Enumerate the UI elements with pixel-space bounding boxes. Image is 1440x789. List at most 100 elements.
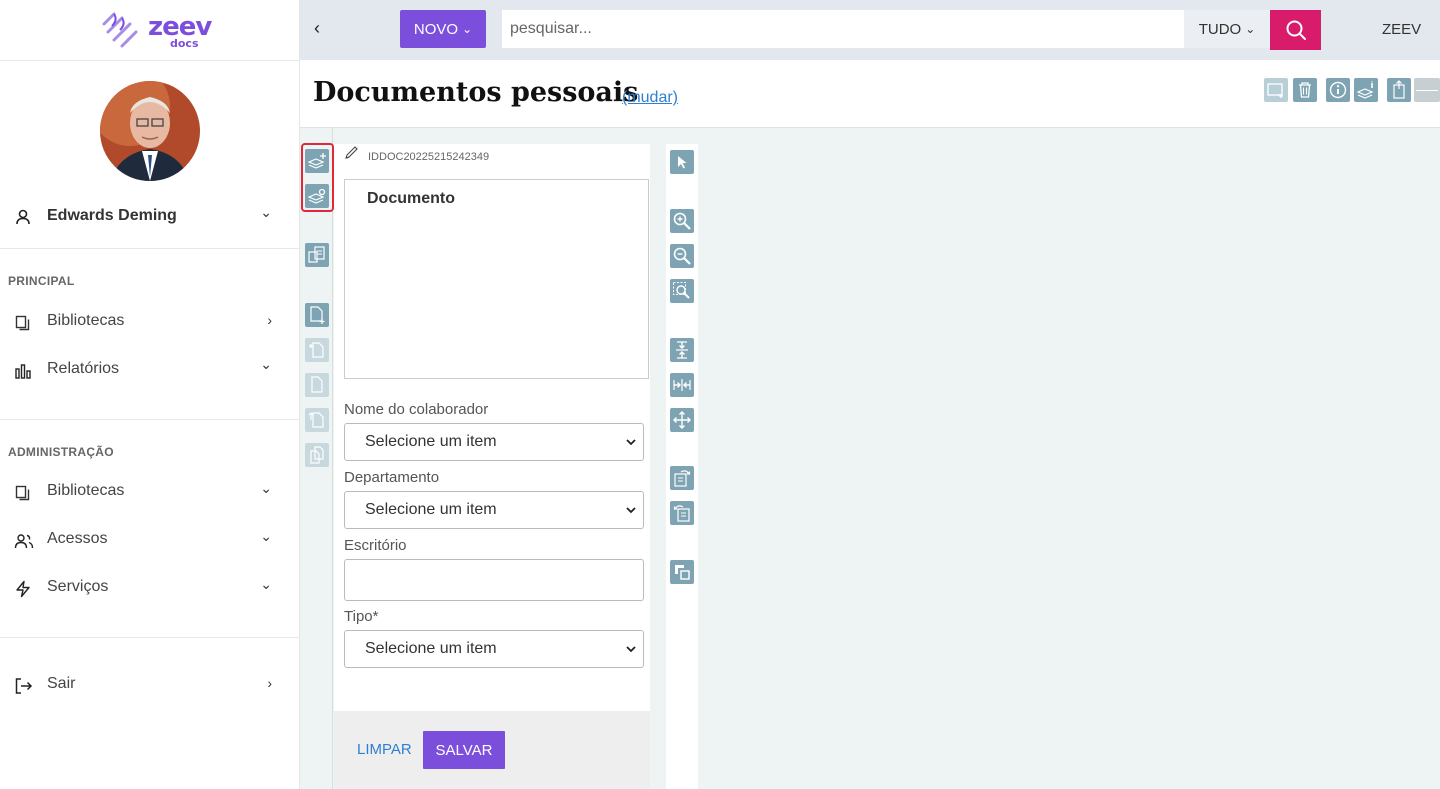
department-select[interactable]: Selecione um item bbox=[344, 491, 644, 529]
document-preview-box[interactable]: Documento bbox=[344, 179, 649, 379]
layers-info-icon[interactable] bbox=[1354, 78, 1378, 102]
document-viewer[interactable] bbox=[698, 128, 1440, 789]
info-icon[interactable] bbox=[1326, 78, 1350, 102]
user-photo-icon bbox=[100, 81, 200, 181]
pan-move-icon[interactable] bbox=[670, 408, 694, 432]
zoom-in-icon[interactable] bbox=[670, 209, 694, 233]
logo-mark-icon bbox=[102, 12, 138, 48]
fit-height-icon[interactable] bbox=[670, 338, 694, 362]
collapse-sidebar-button[interactable]: ‹ bbox=[314, 18, 320, 39]
sidebar-item-label: Acessos bbox=[47, 530, 108, 547]
user-icon bbox=[16, 209, 30, 225]
select-value: Selecione um item bbox=[365, 501, 497, 518]
sidebar: zeev docs Edwards Deming ⌄ PRINCIPAL Bib… bbox=[0, 0, 300, 789]
fullscreen-icon[interactable] bbox=[670, 560, 694, 584]
search-icon bbox=[1286, 20, 1306, 40]
field-label: Nome do colaborador bbox=[344, 401, 489, 418]
document-box-title: Documento bbox=[367, 190, 455, 207]
add-page-icon[interactable] bbox=[305, 303, 329, 327]
document-id: IDDOC20225215242349 bbox=[368, 151, 490, 163]
users-icon bbox=[14, 534, 34, 549]
chevron-down-icon: ⌄ bbox=[260, 480, 272, 496]
type-select[interactable]: Selecione um item bbox=[344, 630, 644, 668]
page-title: Documentos pessoais bbox=[313, 77, 639, 108]
field-label: Escritório bbox=[344, 537, 407, 554]
top-bar: ‹ NOVO ⌄ TUDO ⌄ ZEEV bbox=[300, 0, 1440, 60]
move-page-up-icon[interactable] bbox=[305, 408, 329, 432]
search-scope-select[interactable]: TUDO ⌄ bbox=[1184, 10, 1270, 48]
chevron-down-icon: ⌄ bbox=[260, 204, 272, 220]
bar-chart-icon bbox=[15, 364, 31, 379]
new-folder-icon[interactable] bbox=[1264, 78, 1288, 102]
chevron-right-icon: › bbox=[267, 312, 272, 328]
chevron-down-icon: ⌄ bbox=[260, 576, 272, 592]
library-icon bbox=[15, 315, 30, 331]
page-header: Documentos pessoais (mudar) bbox=[300, 60, 1440, 128]
sidebar-item-servicos[interactable]: Serviços ⌄ bbox=[0, 572, 300, 604]
chevron-down-icon: ⌄ bbox=[260, 528, 272, 544]
chevron-down-icon bbox=[626, 439, 636, 446]
select-value: Selecione um item bbox=[365, 640, 497, 657]
search-input[interactable] bbox=[502, 10, 1184, 48]
collaborator-select[interactable]: Selecione um item bbox=[344, 423, 644, 461]
form-actions: LIMPAR SALVAR bbox=[334, 711, 650, 789]
avatar[interactable] bbox=[100, 81, 200, 181]
sidebar-item-label: Bibliotecas bbox=[47, 312, 125, 329]
office-input[interactable] bbox=[344, 559, 644, 601]
sidebar-item-relatorios[interactable]: Relatórios ⌄ bbox=[0, 354, 300, 386]
content-area: IDDOC20225215242349 Documento Nome do co… bbox=[300, 128, 1440, 789]
divider bbox=[0, 419, 300, 420]
field-label: Departamento bbox=[344, 469, 440, 486]
bolt-icon bbox=[16, 580, 30, 598]
user-menu[interactable]: Edwards Deming ⌄ bbox=[0, 200, 300, 234]
replace-page-icon[interactable] bbox=[305, 373, 329, 397]
chevron-down-icon bbox=[626, 646, 636, 653]
logo-subtitle: docs bbox=[170, 37, 199, 50]
save-button[interactable]: SALVAR bbox=[423, 731, 505, 769]
select-value: Selecione um item bbox=[365, 433, 497, 450]
clear-button[interactable]: LIMPAR bbox=[357, 741, 412, 758]
search-button[interactable] bbox=[1270, 10, 1321, 50]
field-label: Tipo* bbox=[344, 608, 379, 625]
document-toolbar bbox=[300, 128, 334, 789]
zeev-docs-logo[interactable]: zeev docs bbox=[100, 10, 212, 50]
insert-page-before-icon[interactable] bbox=[305, 338, 329, 362]
sidebar-item-label: Serviços bbox=[47, 578, 109, 595]
fit-width-icon[interactable] bbox=[670, 373, 694, 397]
rotate-left-icon[interactable] bbox=[670, 501, 694, 525]
change-library-link[interactable]: (mudar) bbox=[622, 89, 678, 107]
sidebar-item-label: Sair bbox=[47, 675, 76, 692]
rotate-right-icon[interactable] bbox=[670, 466, 694, 490]
edit-pencil-icon[interactable] bbox=[344, 146, 360, 160]
chevron-down-icon: ⌄ bbox=[462, 22, 473, 36]
zoom-area-icon[interactable] bbox=[670, 279, 694, 303]
sidebar-item-label: Relatórios bbox=[47, 360, 120, 377]
copy-page-icon[interactable] bbox=[305, 443, 329, 467]
viewer-toolbar bbox=[666, 144, 698, 789]
chevron-down-icon: ⌄ bbox=[260, 356, 272, 372]
sidebar-item-label: Bibliotecas bbox=[47, 482, 125, 499]
sidebar-item-admin-bibliotecas[interactable]: Bibliotecas ⌄ bbox=[0, 476, 300, 508]
highlight-frame bbox=[301, 143, 334, 212]
pointer-icon[interactable] bbox=[670, 150, 694, 174]
organization-menu[interactable]: ZEEV bbox=[1382, 21, 1421, 38]
chevron-right-icon: › bbox=[267, 675, 272, 691]
divider bbox=[0, 60, 300, 61]
divider bbox=[0, 637, 300, 638]
upload-document-icon[interactable] bbox=[1387, 78, 1411, 102]
sidebar-item-sair[interactable]: Sair › bbox=[0, 669, 300, 701]
new-document-button[interactable]: NOVO ⌄ bbox=[400, 10, 486, 48]
view-toggle-icon[interactable] bbox=[1414, 78, 1440, 102]
sidebar-item-bibliotecas[interactable]: Bibliotecas › bbox=[0, 306, 300, 338]
trash-icon[interactable] bbox=[1293, 78, 1317, 102]
sidebar-item-acessos[interactable]: Acessos ⌄ bbox=[0, 524, 300, 556]
divider bbox=[0, 248, 300, 249]
scan-document-icon[interactable] bbox=[305, 243, 329, 267]
zoom-out-icon[interactable] bbox=[670, 244, 694, 268]
section-title-administracao: ADMINISTRAÇÃO bbox=[8, 445, 114, 459]
chevron-down-icon bbox=[626, 507, 636, 514]
new-button-label: NOVO bbox=[413, 20, 459, 38]
user-name: Edwards Deming bbox=[47, 207, 177, 224]
logout-icon bbox=[15, 678, 33, 694]
metadata-form: IDDOC20225215242349 Documento Nome do co… bbox=[334, 144, 650, 789]
